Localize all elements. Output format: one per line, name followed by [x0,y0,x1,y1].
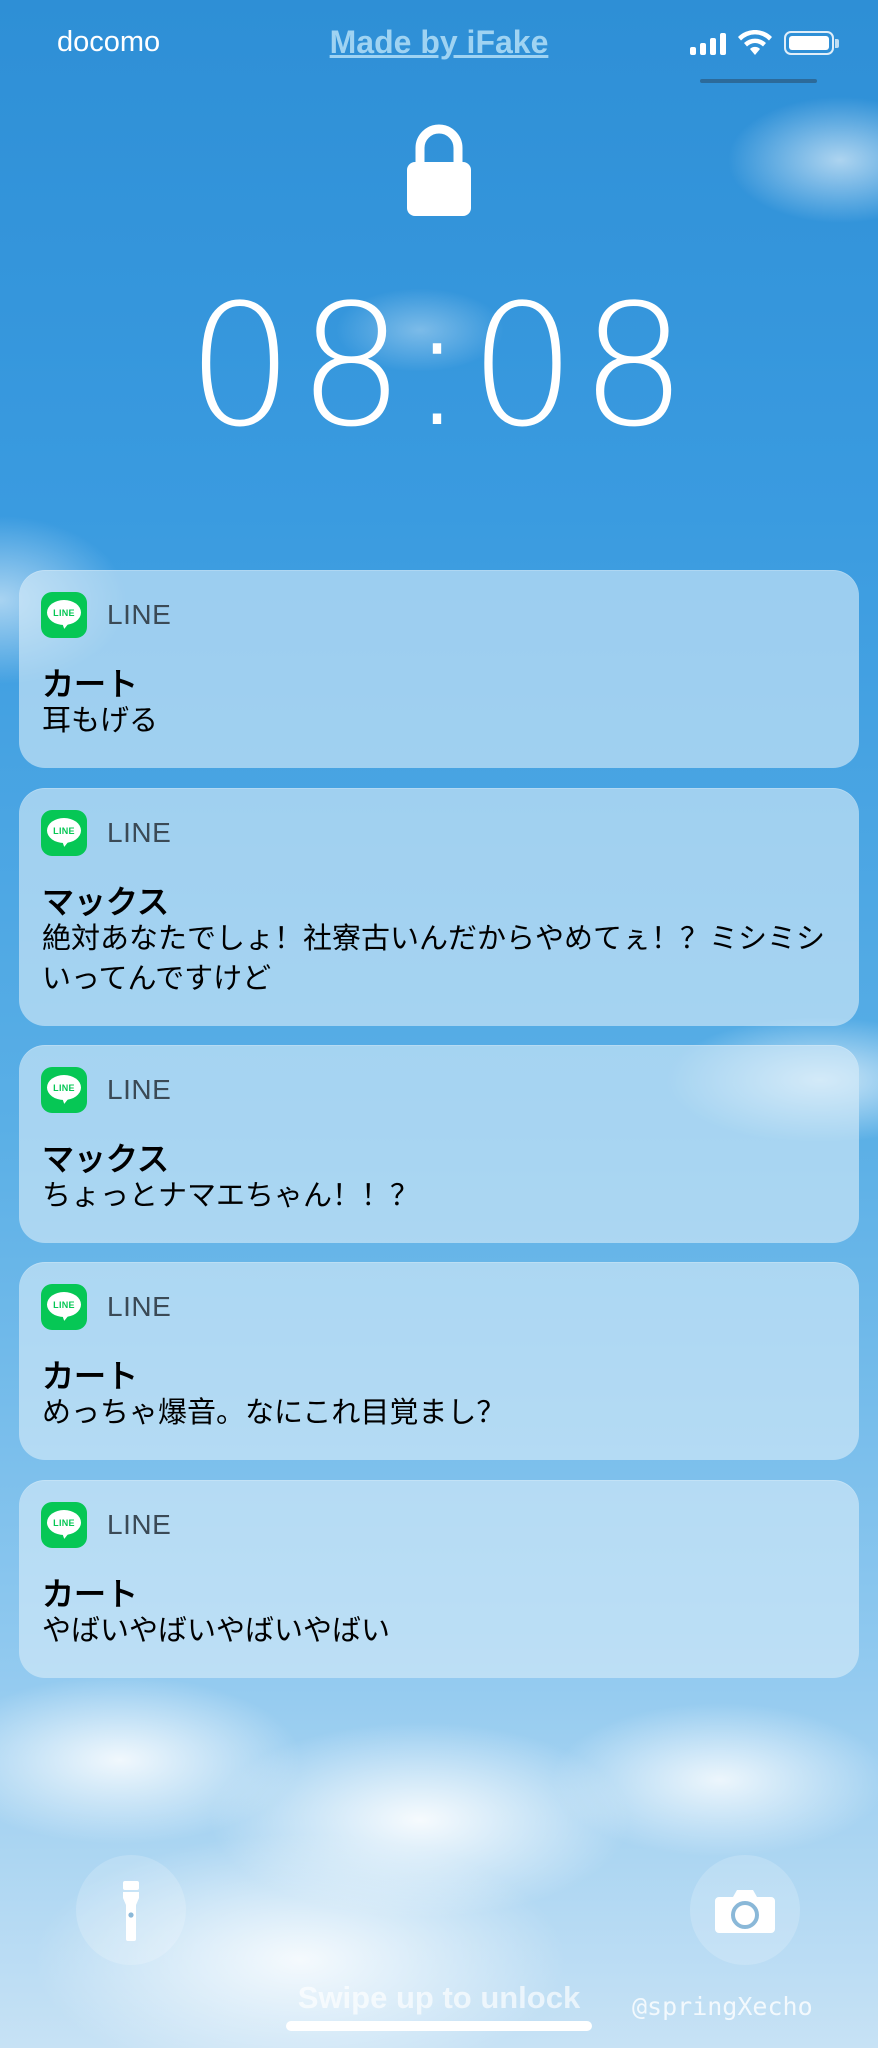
flashlight-button[interactable] [76,1855,186,1965]
wifi-icon [738,30,772,55]
lock-icon [407,124,471,216]
notification-header: LINE LINE [41,810,171,856]
notification-header: LINE LINE [41,1067,171,1113]
notification-card[interactable]: LINE LINE カート 耳もげる [19,570,859,768]
notification-message: 絶対あなたでしょ！社寮古いんだからやめてぇ！？ミシミシいってんですけど [42,923,826,995]
notification-sender: カート [42,1576,139,1612]
line-app-icon: LINE [41,1284,87,1330]
notification-header: LINE LINE [41,1502,171,1548]
app-name: LINE [107,1291,172,1322]
notification-header: LINE LINE [41,1284,171,1330]
notification-sender: マックス [42,1141,170,1177]
line-app-icon: LINE [41,1067,87,1113]
camera-button[interactable] [690,1855,800,1965]
status-icons [690,30,839,56]
notification-message: 耳もげる [42,705,159,737]
notification-message: ちょっとナマエちゃん！！？ [42,1180,420,1212]
app-name: LINE [107,1509,172,1540]
notification-card[interactable]: LINE LINE カート やばいやばいやばいやばい [19,1480,859,1678]
line-app-icon: LINE [41,810,87,856]
notification-message: めっちゃ爆音。なにこれ目覚まし？ [42,1397,506,1429]
notification-sender: マックス [42,884,170,920]
notification-card[interactable]: LINE LINE マックス 絶対あなたでしょ！社寮古いんだからやめてぇ！？ミシ… [19,788,859,1026]
home-indicator[interactable] [286,2021,592,2031]
app-name: LINE [107,1074,172,1105]
notification-card[interactable]: LINE LINE カート めっちゃ爆音。なにこれ目覚まし？ [19,1262,859,1460]
battery-icon [784,31,839,55]
notification-header: LINE LINE [41,592,171,638]
notification-sender: カート [42,666,139,702]
line-app-icon: LINE [41,592,87,638]
notification-message: やばいやばいやばいやばい [42,1615,391,1647]
camera-icon [715,1890,775,1933]
flashlight-icon [123,1881,139,1941]
lock-screen-time: 08:08 [186,268,692,464]
status-divider [700,79,817,83]
app-name: LINE [107,817,172,848]
notification-sender: カート [42,1358,139,1394]
status-bar: docomo Made by iFake [0,0,878,90]
notification-card[interactable]: LINE LINE マックス ちょっとナマエちゃん！！？ [19,1045,859,1243]
app-name: LINE [107,599,172,630]
line-app-icon: LINE [41,1502,87,1548]
signal-icon [690,31,726,55]
watermark: @springXecho [632,1992,813,2021]
